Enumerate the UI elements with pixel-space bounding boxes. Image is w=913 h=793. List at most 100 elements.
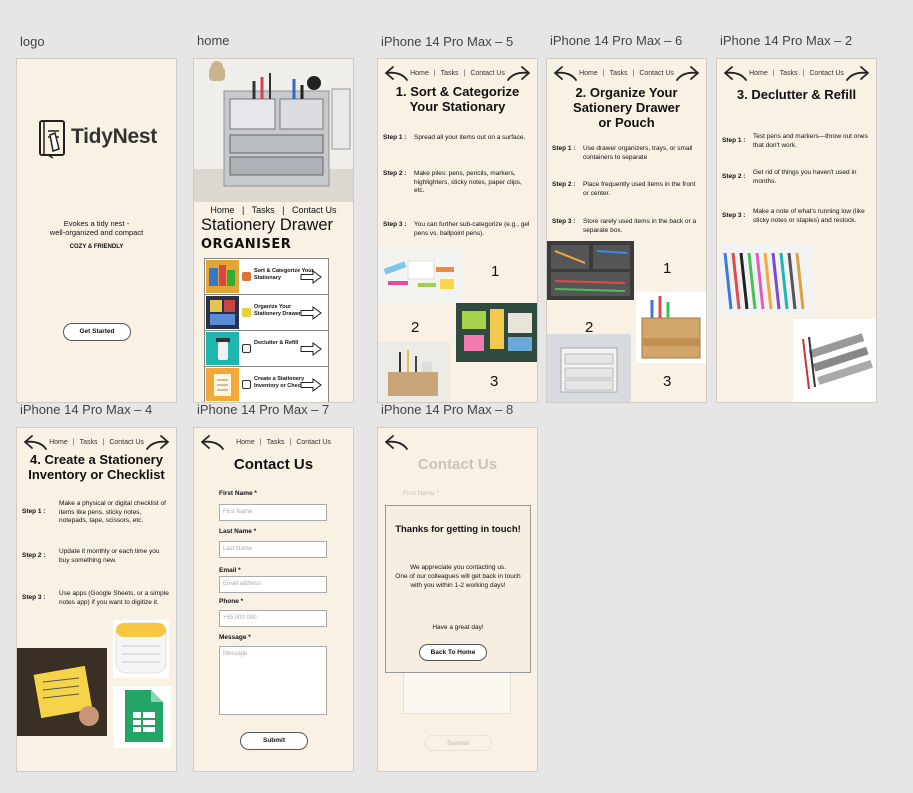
nav-home-link[interactable]: Home bbox=[49, 439, 68, 446]
frame-label-4: iPhone 14 Pro Max – 4 bbox=[20, 402, 153, 417]
sort-title: 1. Sort & Categorize Your Stationary bbox=[395, 84, 520, 114]
frame-label-5: iPhone 14 Pro Max – 5 bbox=[381, 34, 514, 49]
frame-label-6: iPhone 14 Pro Max – 6 bbox=[550, 33, 683, 48]
nav-home-link[interactable]: Home bbox=[236, 439, 255, 446]
nav-tasks-link[interactable]: Tasks bbox=[80, 439, 98, 446]
storage-box-image bbox=[547, 334, 631, 402]
nav-home-link[interactable]: Home bbox=[410, 70, 429, 77]
frame-contact: Home | Tasks | Contact Us Contact Us First N… bbox=[193, 427, 354, 772]
forward-arrow-icon[interactable] bbox=[844, 64, 870, 84]
nav-contact-link[interactable]: Contact Us bbox=[296, 439, 331, 446]
pens-collection-image bbox=[717, 243, 814, 315]
frame-sort: Home | Tasks | Contact Us 1. Sort & Categori… bbox=[377, 58, 538, 403]
go-arrow-icon[interactable] bbox=[300, 378, 322, 392]
forward-arrow-icon[interactable] bbox=[144, 433, 170, 453]
first-name-label-faded: First Name * bbox=[403, 490, 440, 497]
nav-home-link[interactable]: Home bbox=[749, 70, 768, 77]
drawer-icon bbox=[242, 308, 251, 317]
frame-label-7: iPhone 14 Pro Max – 7 bbox=[197, 402, 330, 417]
contact-title-faded: Contact Us bbox=[417, 456, 498, 473]
task-card-sort[interactable]: Sort & Categorize Your Stationary bbox=[204, 258, 329, 295]
nav-bar: Home | Tasks | Contact Us bbox=[723, 64, 870, 86]
nav-contact-link[interactable]: Contact Us bbox=[809, 70, 844, 77]
declutter-title: 3. Declutter & Refill bbox=[736, 87, 857, 102]
frame-label-2: iPhone 14 Pro Max – 2 bbox=[720, 33, 853, 48]
task-card-organize[interactable]: Organize Your Stationery Drawer bbox=[204, 294, 329, 331]
get-started-button[interactable]: Get Started bbox=[63, 323, 131, 341]
go-arrow-icon[interactable] bbox=[300, 270, 322, 284]
pen-refills-image bbox=[793, 319, 876, 402]
google-sheets-icon bbox=[113, 686, 171, 748]
first-name-field[interactable]: First Name bbox=[219, 504, 327, 521]
nav-home-link[interactable]: Home bbox=[579, 70, 598, 77]
nav-tasks-link[interactable]: Tasks bbox=[267, 439, 285, 446]
tagline-1: Evokes a tidy nest - bbox=[63, 219, 130, 228]
brand-name: TidyNest bbox=[71, 125, 157, 148]
email-field[interactable]: Email address bbox=[219, 576, 327, 593]
frame-label-logo: logo bbox=[20, 34, 45, 49]
go-arrow-icon[interactable] bbox=[300, 306, 322, 320]
nav-bar: Home | Tasks | Contact Us bbox=[200, 433, 347, 455]
step-number: 3 bbox=[490, 373, 499, 390]
frame-logo: TidyNest Evokes a tidy nest - well-organ… bbox=[16, 58, 177, 403]
frame-thank-you: Contact Us First Name * Submit Thanks fo… bbox=[377, 427, 538, 772]
back-arrow-icon[interactable] bbox=[723, 64, 749, 84]
nav-contact-link[interactable]: Contact Us bbox=[470, 70, 505, 77]
first-name-label: First Name * bbox=[219, 490, 257, 497]
back-arrow-icon[interactable] bbox=[200, 433, 226, 453]
sorted-supplies-image bbox=[456, 303, 537, 362]
nav-home-link[interactable]: Home bbox=[210, 205, 234, 215]
forward-arrow-icon[interactable] bbox=[674, 64, 700, 84]
go-arrow-icon[interactable] bbox=[300, 342, 322, 356]
sort-thumbnail bbox=[206, 260, 239, 293]
step-number: 2 bbox=[411, 319, 420, 336]
nav-contact-link[interactable]: Contact Us bbox=[639, 70, 674, 77]
declutter-thumbnail bbox=[206, 332, 239, 365]
email-label: Email * bbox=[219, 567, 241, 574]
sort-icon bbox=[242, 272, 251, 281]
nav-tasks-link[interactable]: Tasks bbox=[252, 205, 275, 215]
dialog-bye: Have a great day! bbox=[432, 624, 484, 631]
contact-title: Contact Us bbox=[233, 456, 314, 473]
back-arrow-icon[interactable] bbox=[553, 64, 579, 84]
checklist-icon bbox=[242, 380, 251, 389]
last-name-label: Last Name * bbox=[219, 528, 257, 535]
nav-tasks-link[interactable]: Tasks bbox=[780, 70, 798, 77]
frame-label-8: iPhone 14 Pro Max – 8 bbox=[381, 402, 514, 417]
home-title: Stationery Drawer bbox=[201, 216, 334, 234]
task-card-declutter[interactable]: Declutter & Refill bbox=[204, 330, 329, 367]
nav-contact-link[interactable]: Contact Us bbox=[292, 205, 337, 215]
last-name-field[interactable]: Last Name bbox=[219, 541, 327, 558]
notes-app-icon bbox=[113, 620, 169, 678]
home-subtitle: ORGANISER bbox=[201, 237, 292, 252]
nav-bar: Home | Tasks | Contact Us bbox=[553, 64, 700, 86]
drawer-organizer-image bbox=[547, 241, 634, 300]
message-label: Message * bbox=[219, 634, 251, 641]
frame-home: Home | Tasks | Contact Us Stationery Dra… bbox=[193, 58, 354, 403]
task-card-inventory[interactable]: Create a Stationery Inventory or Checkli… bbox=[204, 366, 329, 402]
message-textarea[interactable]: Message bbox=[219, 646, 327, 715]
nav-contact-link[interactable]: Contact Us bbox=[109, 439, 144, 446]
submit-button[interactable]: Submit bbox=[240, 732, 308, 750]
frame-declutter: Home | Tasks | Contact Us 3. Declutter & Ref… bbox=[716, 58, 877, 403]
organize-thumbnail bbox=[206, 296, 239, 329]
phone-field[interactable]: +65 000 000 bbox=[219, 610, 327, 627]
nav-tasks-link[interactable]: Tasks bbox=[441, 70, 459, 77]
notebook-logo-icon bbox=[37, 119, 69, 159]
stationery-piles-image bbox=[378, 247, 464, 303]
tagline-2: well-organized and compact bbox=[49, 228, 144, 237]
dialog-title: Thanks for getting in touch! bbox=[395, 524, 521, 535]
back-arrow-icon[interactable] bbox=[384, 64, 410, 84]
pen-holder-image bbox=[378, 342, 450, 402]
nav-tasks-link[interactable]: Tasks bbox=[610, 70, 628, 77]
back-arrow-icon[interactable] bbox=[23, 433, 49, 453]
organize-title: 2. Organize Your Sationery Drawer or Pou… bbox=[573, 85, 680, 130]
dialog-body-1: We appreciate you contacting us. bbox=[410, 564, 506, 571]
step-number: 1 bbox=[663, 260, 672, 277]
back-arrow-icon[interactable] bbox=[384, 433, 410, 453]
back-to-home-button[interactable]: Back To Home bbox=[419, 644, 487, 661]
trash-icon bbox=[242, 344, 251, 353]
hero-desk-organizer-image bbox=[194, 59, 353, 202]
forward-arrow-icon[interactable] bbox=[505, 64, 531, 84]
faded-message-box bbox=[403, 670, 511, 714]
